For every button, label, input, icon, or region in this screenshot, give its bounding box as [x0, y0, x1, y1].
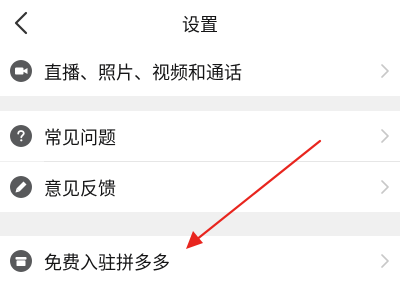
annotation-arrow	[186, 139, 322, 249]
